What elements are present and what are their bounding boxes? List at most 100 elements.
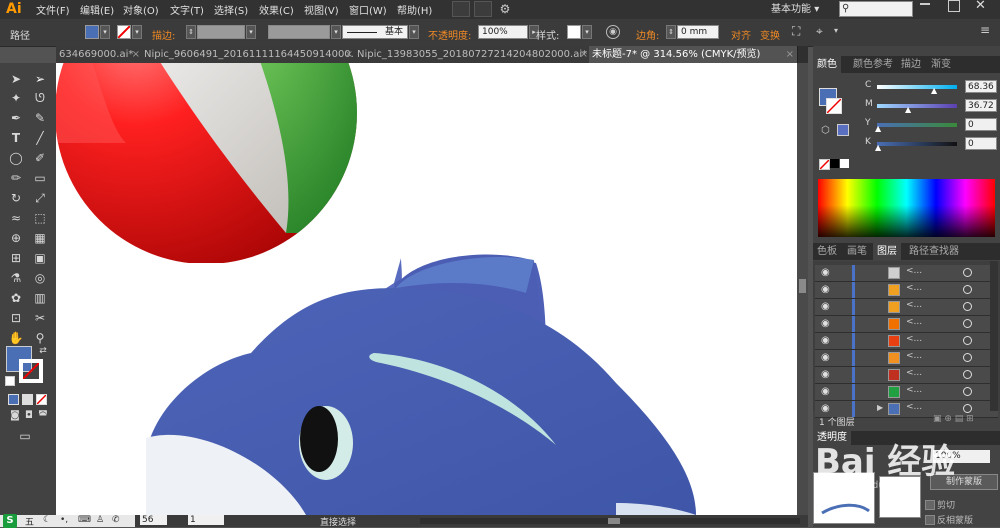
brush-definition[interactable]: 基本 bbox=[342, 25, 408, 39]
minimize-icon[interactable] bbox=[920, 3, 930, 5]
eye-icon[interactable]: ◉ bbox=[821, 335, 830, 346]
eye-icon[interactable]: ◉ bbox=[821, 403, 830, 414]
tab-close-icon[interactable]: × bbox=[345, 46, 353, 63]
stroke-weight-dropdown[interactable]: ▾ bbox=[246, 25, 256, 39]
pathfinder-icon[interactable]: ⌖ bbox=[816, 24, 823, 39]
menu-type[interactable]: 文字(T) bbox=[170, 2, 204, 17]
recolor-icon[interactable]: ◉ bbox=[606, 25, 620, 39]
ellipse-tool-icon[interactable]: ◯ bbox=[7, 149, 25, 167]
workspace-switcher[interactable]: 基本功能 ▾ bbox=[771, 0, 819, 15]
profile-dropdown[interactable]: ▾ bbox=[331, 25, 341, 39]
fill-dropdown[interactable]: ▾ bbox=[100, 25, 110, 39]
target-icon[interactable] bbox=[963, 404, 972, 413]
layer-row[interactable]: ◉ <... bbox=[815, 316, 998, 333]
none-mode-icon[interactable] bbox=[36, 394, 47, 405]
layer-row[interactable]: ◉ <... bbox=[815, 282, 998, 299]
help-search-input[interactable]: ⚲ bbox=[839, 1, 913, 17]
free-transform-icon[interactable]: ⬚ bbox=[31, 209, 49, 227]
cyan-track[interactable] bbox=[877, 85, 957, 89]
eye-icon[interactable]: ◉ bbox=[821, 267, 830, 278]
maximize-icon[interactable] bbox=[948, 0, 960, 12]
magenta-slider[interactable]: M ▲ 36.72 bbox=[865, 99, 999, 114]
layer-row[interactable]: ◉ <... bbox=[815, 265, 998, 282]
swap-colors-icon[interactable]: ⇄ bbox=[34, 342, 52, 360]
tab-doc-active[interactable]: 未标题-7* @ 314.56% (CMYK/预览) × bbox=[589, 46, 798, 63]
menu-object[interactable]: 对象(O) bbox=[123, 2, 159, 17]
layer-name[interactable]: <... bbox=[906, 266, 922, 276]
out-of-gamut-icon[interactable]: ⬡ bbox=[821, 125, 830, 136]
none-swatch[interactable] bbox=[819, 159, 830, 170]
transform-link[interactable]: 变换 bbox=[760, 27, 780, 42]
menu-window[interactable]: 窗口(W) bbox=[349, 2, 387, 17]
tab-close-icon[interactable]: × bbox=[132, 46, 140, 63]
target-icon[interactable] bbox=[963, 285, 972, 294]
layer-name[interactable]: <... bbox=[906, 317, 922, 327]
pathfinder-caret-icon[interactable]: ▾ bbox=[834, 26, 838, 35]
bridge-icon[interactable] bbox=[452, 1, 470, 17]
rotate-icon[interactable]: ↻ bbox=[7, 189, 25, 207]
tab-brushes[interactable]: 画笔 bbox=[843, 243, 871, 260]
black-track[interactable] bbox=[877, 142, 957, 146]
stroke-swatch[interactable] bbox=[117, 25, 131, 39]
cyan-value[interactable]: 68.36 bbox=[965, 80, 997, 93]
wrench-icon[interactable]: ✆ bbox=[112, 515, 120, 525]
eraser-icon[interactable]: ▭ bbox=[31, 169, 49, 187]
menu-edit[interactable]: 编辑(E) bbox=[80, 2, 114, 17]
punctuation-icon[interactable]: •, bbox=[60, 515, 68, 525]
tab-layers[interactable]: 图层 bbox=[873, 243, 901, 260]
white-swatch[interactable] bbox=[840, 159, 849, 168]
menu-file[interactable]: 文件(F) bbox=[36, 2, 70, 17]
target-icon[interactable] bbox=[963, 353, 972, 362]
tab-close-icon[interactable]: × bbox=[786, 46, 794, 63]
paintbrush-icon[interactable]: ✐ bbox=[31, 149, 49, 167]
gamut-swatch[interactable] bbox=[837, 124, 849, 136]
menu-help[interactable]: 帮助(H) bbox=[397, 2, 432, 17]
brush-dropdown[interactable]: ▾ bbox=[409, 25, 419, 39]
symbol-sprayer-icon[interactable]: ✿ bbox=[7, 289, 25, 307]
target-icon[interactable] bbox=[963, 387, 972, 396]
magic-wand-icon[interactable]: ✦ bbox=[7, 89, 25, 107]
panel-menu-icon[interactable]: ≡ bbox=[980, 23, 990, 37]
target-icon[interactable] bbox=[963, 302, 972, 311]
eye-icon[interactable]: ◉ bbox=[821, 352, 830, 363]
close-icon[interactable]: ✕ bbox=[975, 0, 986, 13]
layer-row[interactable]: ◉ <... bbox=[815, 299, 998, 316]
eye-icon[interactable]: ◉ bbox=[821, 318, 830, 329]
layer-name[interactable]: <... bbox=[906, 368, 922, 378]
tab-doc-2[interactable]: Nipic_9606491_20161111164450914000.ai* × bbox=[141, 46, 357, 63]
shape-builder-icon[interactable]: ⊕ bbox=[7, 229, 25, 247]
black-slider[interactable]: K ▲ 0 bbox=[865, 137, 999, 152]
default-colors-icon[interactable] bbox=[5, 376, 15, 386]
style-dropdown[interactable]: ▾ bbox=[582, 25, 592, 39]
clip-checkbox[interactable] bbox=[925, 500, 935, 510]
layer-name[interactable]: <... bbox=[906, 351, 922, 361]
magenta-value[interactable]: 36.72 bbox=[965, 99, 997, 112]
artboard-icon[interactable]: ⊡ bbox=[7, 309, 25, 327]
layer-name[interactable]: <... bbox=[906, 402, 922, 412]
hand-icon[interactable]: ✋ bbox=[7, 329, 25, 347]
yellow-slider[interactable]: Y ▲ 0 bbox=[865, 118, 999, 133]
tab-color[interactable]: 颜色 bbox=[813, 56, 841, 73]
black-slider-thumb[interactable]: ▲ bbox=[875, 143, 881, 152]
opacity-label[interactable]: 不透明度: bbox=[428, 27, 471, 42]
layer-row[interactable]: ◉ <... bbox=[815, 384, 998, 401]
expand-arrow-icon[interactable]: ▶ bbox=[877, 403, 883, 412]
lasso-icon[interactable]: ᘎ bbox=[31, 89, 49, 107]
draw-inside-icon[interactable]: ◚ bbox=[34, 407, 52, 425]
opacity-field[interactable]: 100% bbox=[478, 25, 528, 39]
target-icon[interactable] bbox=[963, 319, 972, 328]
align-link[interactable]: 对齐 bbox=[731, 27, 751, 42]
tab-pathfinder[interactable]: 路径查找器 bbox=[905, 243, 963, 260]
blend-icon[interactable]: ◎ bbox=[31, 269, 49, 287]
ime-logo-icon[interactable]: S bbox=[3, 514, 17, 528]
mesh-icon[interactable]: ⊞ bbox=[7, 249, 25, 267]
target-icon[interactable] bbox=[963, 370, 972, 379]
yellow-slider-thumb[interactable]: ▲ bbox=[875, 124, 881, 133]
slice-icon[interactable]: ✂ bbox=[31, 309, 49, 327]
pen-tool-icon[interactable]: ✒ bbox=[7, 109, 25, 127]
corner-label[interactable]: 边角: bbox=[636, 27, 659, 42]
screen-mode-icon[interactable]: ▭ bbox=[16, 427, 34, 445]
tab-color-guide[interactable]: 颜色参考 bbox=[849, 56, 897, 73]
tab-doc-3[interactable]: Nipic_13983055_20180727214204802000.ai* × bbox=[354, 46, 592, 63]
scroll-thumb[interactable] bbox=[799, 279, 806, 293]
